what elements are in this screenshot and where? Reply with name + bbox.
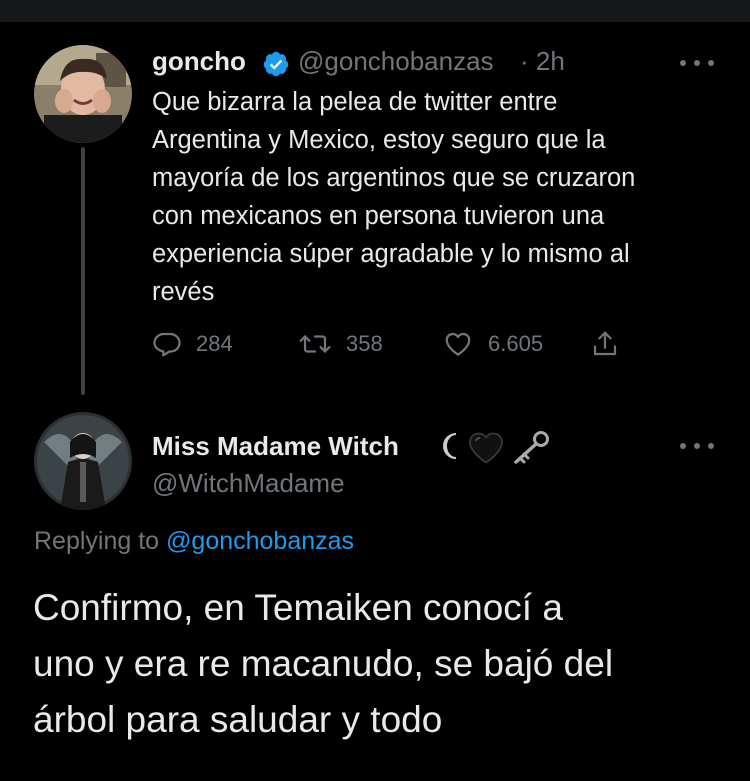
retweet-icon — [299, 335, 331, 353]
share-icon — [593, 331, 617, 356]
tweet-text-line: experiencia súper agradable y lo mismo a… — [152, 240, 630, 268]
like-count: 6.605 — [488, 331, 544, 356]
retweet-button[interactable]: 358 — [298, 328, 383, 360]
tweet-text-line: Argentina y Mexico, estoy seguro que la — [152, 126, 606, 154]
tweet-text-line: Que bizarra la pelea de twitter entre — [152, 88, 558, 116]
black-heart-icon — [468, 432, 504, 469]
reply-text-line: árbol para saludar y todo — [33, 699, 443, 740]
verified-badge-icon — [263, 51, 289, 77]
replying-to-label: Replying to — [34, 527, 160, 555]
replying-to: Replying to @gonchobanzas — [34, 527, 354, 556]
top-bar — [0, 0, 750, 22]
tweet-text: Que bizarra la pelea de twitter entre Ar… — [152, 83, 732, 311]
tweet-text-line: mayoría de los argentinos que se cruzaro… — [152, 164, 636, 192]
retweet-count: 358 — [346, 331, 383, 356]
share-button[interactable] — [590, 328, 620, 360]
author-name[interactable]: Miss Madame Witch — [152, 431, 399, 462]
crescent-moon-icon — [441, 431, 463, 466]
more-options-icon[interactable] — [680, 441, 714, 451]
author-handle[interactable]: @gonchobanzas — [298, 46, 494, 77]
reply-icon — [153, 332, 181, 357]
old-key-icon — [510, 430, 550, 471]
author-name[interactable]: goncho — [152, 46, 246, 77]
tweet-text-line: revés — [152, 278, 215, 306]
mention-link[interactable]: @gonchobanzas — [166, 527, 354, 555]
thread-connector-line — [81, 147, 85, 395]
reply-text: Confirmo, en Temaiken conocí a uno y era… — [33, 580, 723, 748]
author-handle[interactable]: @WitchMadame — [152, 468, 345, 499]
reply-button[interactable]: 284 — [152, 328, 233, 360]
timestamp[interactable]: · 2h — [520, 46, 565, 77]
tweet-text-line: con mexicanos en persona tuvieron una — [152, 202, 605, 230]
more-options-icon[interactable] — [680, 58, 714, 68]
reply-text-line: Confirmo, en Temaiken conocí a — [33, 587, 563, 628]
reply-text-line: uno y era re macanudo, se bajó del — [33, 643, 614, 684]
avatar[interactable] — [34, 45, 132, 143]
reply-count: 284 — [196, 331, 233, 356]
heart-icon — [445, 332, 471, 356]
like-button[interactable]: 6.605 — [442, 328, 543, 360]
avatar[interactable] — [34, 412, 132, 510]
